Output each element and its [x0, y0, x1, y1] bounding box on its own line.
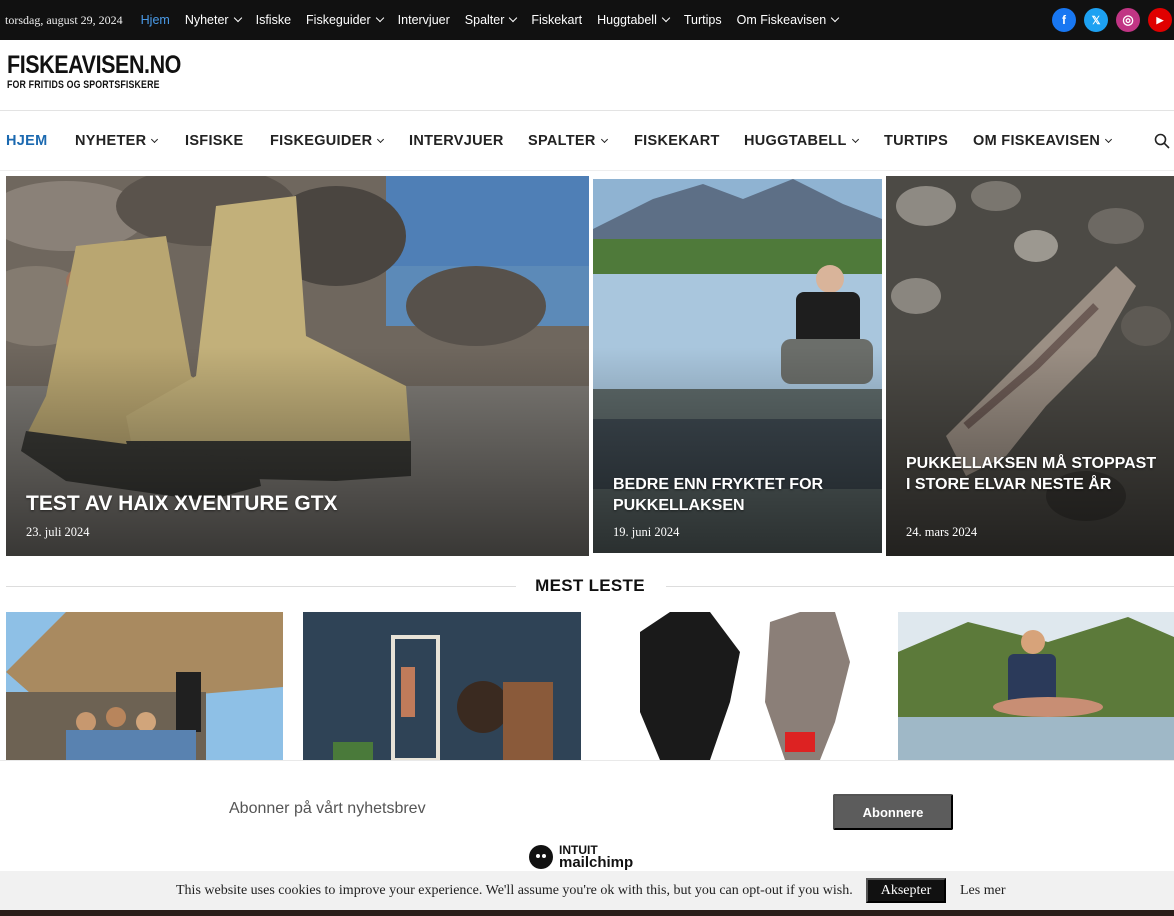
hero-title: Test av HAIX Xventure GTX — [26, 492, 338, 515]
main-nav-turtips[interactable]: TURTIPS — [884, 133, 948, 149]
main-nav-fiskeguider[interactable]: FISKEGUIDER — [270, 133, 385, 149]
main-nav-label: INTERVJUER — [409, 133, 504, 149]
top-nav-intervjuer[interactable]: Intervjuer — [398, 13, 450, 27]
facebook-icon[interactable]: f — [1052, 8, 1076, 32]
current-date: torsdag, august 29, 2024 — [5, 12, 123, 27]
chevron-down-icon — [1105, 135, 1113, 143]
accept-cookies-button[interactable]: Aksepter — [866, 878, 946, 903]
main-nav-label: HJEM — [6, 133, 48, 149]
hero-date: 23. juli 2024 — [26, 525, 90, 539]
top-nav-label: Fiskeguider — [306, 13, 371, 27]
thumb-image-hut — [6, 612, 283, 760]
hero-shade — [6, 347, 589, 556]
top-nav-label: Intervjuer — [397, 13, 450, 27]
chevron-down-icon — [600, 135, 608, 143]
logo-title: FISKEAVISEN.NO — [7, 51, 181, 79]
mailchimp-icon — [529, 845, 553, 869]
cookie-bar: This website uses cookies to improve you… — [0, 871, 1174, 910]
mailchimp-brand-bottom: mailchimp — [559, 853, 634, 871]
main-nav-nyheter[interactable]: NYHETER — [75, 133, 159, 149]
hero-article-2[interactable]: Bedre enn fryktet for pukkellaksen 19. j… — [593, 179, 882, 553]
main-nav-label: NYHETER — [75, 133, 147, 149]
mailchimp-logo: INTUIT mailchimp — [528, 844, 633, 870]
top-nav-label: Fiskekart — [531, 13, 583, 27]
top-nav-fiskekart[interactable]: Fiskekart — [531, 13, 582, 27]
chevron-down-icon — [830, 13, 840, 23]
hero-date: 19. juni 2024 — [613, 525, 680, 539]
top-nav-label: Spalter — [464, 13, 505, 27]
main-nav-label: TURTIPS — [884, 133, 949, 149]
top-nav-nyheter[interactable]: Nyheter — [184, 13, 242, 27]
hero-article-1[interactable]: Test av HAIX Xventure GTX 23. juli 2024 — [6, 176, 589, 556]
main-nav-huggtabell[interactable]: HUGGTABELL — [744, 133, 859, 149]
divider-line — [666, 586, 1174, 587]
top-nav-isfiske[interactable]: Isfiske — [256, 13, 291, 27]
top-nav-label: Huggtabell — [597, 13, 657, 27]
hero-shade — [593, 347, 882, 553]
thumb-image-fish-catch — [898, 612, 1174, 760]
top-nav-fiskeguider[interactable]: Fiskeguider — [306, 13, 384, 27]
top-nav-turtips[interactable]: Turtips — [684, 13, 722, 27]
thumb-image-smoker — [303, 612, 581, 760]
x-twitter-icon[interactable]: 𝕏 — [1084, 8, 1108, 32]
search-icon[interactable] — [1154, 133, 1170, 149]
most-read-thumb-2[interactable] — [303, 612, 581, 760]
main-nav-spalter[interactable]: SPALTER — [528, 133, 608, 149]
top-nav-label: Turtips — [683, 13, 722, 27]
chevron-down-icon — [375, 13, 384, 23]
main-nav-intervjuer[interactable]: INTERVJUER — [409, 133, 504, 149]
footer-image-strip — [0, 910, 1174, 916]
hero-title: Bedre enn fryktet for pukkellaksen — [613, 476, 824, 514]
main-nav-label: OM FISKEAVISEN — [973, 133, 1101, 149]
chevron-down-icon — [509, 13, 518, 23]
read-more-link[interactable]: Les mer — [960, 883, 1005, 899]
most-read-heading: MEST LESTE — [6, 576, 1174, 596]
top-nav-om-fiskeavisen[interactable]: Om Fiskeavisen — [736, 13, 840, 27]
main-nav-hjem[interactable]: HJEM — [6, 133, 48, 149]
social-links: f 𝕏 ◎ ▶ — [1052, 8, 1172, 32]
subscribe-button[interactable]: Abonnere — [833, 794, 953, 830]
instagram-icon[interactable]: ◎ — [1116, 8, 1140, 32]
most-read-thumb-4[interactable] — [898, 612, 1174, 760]
top-nav-label: Om Fiskeavisen — [736, 13, 827, 27]
top-nav-label: Nyheter — [184, 13, 229, 27]
top-nav-hjem[interactable]: Hjem — [141, 13, 170, 27]
hero-article-3[interactable]: Pukkellaksen må stoppast i store elvar n… — [886, 176, 1174, 556]
chevron-down-icon — [151, 135, 159, 143]
chevron-down-icon — [377, 135, 385, 143]
top-nav-spalter[interactable]: Spalter — [464, 13, 518, 27]
chevron-down-icon — [851, 135, 859, 143]
logo-tagline: FOR FRITIDS OG SPORTSFISKERE — [7, 79, 160, 91]
main-nav-isfiske[interactable]: ISFISKE — [185, 133, 244, 149]
main-nav-label: SPALTER — [528, 133, 596, 149]
top-nav-label: Hjem — [140, 13, 170, 27]
top-bar: torsdag, august 29, 2024 Hjem Nyheter Is… — [0, 0, 1174, 40]
main-nav-label: ISFISKE — [185, 133, 244, 149]
hero-title: Pukkellaksen må stoppast i store elvar n… — [906, 455, 1157, 493]
main-nav: HJEM NYHETER ISFISKE FISKEGUIDER INTERVJ… — [0, 111, 1174, 171]
site-logo[interactable]: FISKEAVISEN.NO FOR FRITIDS OG SPORTSFISK… — [7, 52, 209, 92]
main-nav-om-fiskeavisen[interactable]: OM FISKEAVISEN — [973, 133, 1113, 149]
main-nav-label: FISKEKART — [634, 133, 720, 149]
top-nav-huggtabell[interactable]: Huggtabell — [597, 13, 671, 27]
chevron-down-icon — [233, 13, 242, 23]
top-nav-label: Isfiske — [255, 13, 292, 27]
main-nav-fiskekart[interactable]: FISKEKART — [634, 133, 720, 149]
newsletter-banner: Abonner på vårt nyhetsbrev Abonnere INTU… — [0, 760, 1174, 871]
top-nav: Hjem Nyheter Isfiske Fiskeguider Intervj… — [141, 13, 854, 27]
thumb-image-gloves — [600, 612, 878, 760]
main-nav-label: HUGGTABELL — [744, 133, 847, 149]
newsletter-text: Abonner på vårt nyhetsbrev — [229, 800, 426, 817]
main-nav-label: FISKEGUIDER — [270, 133, 373, 149]
most-read-thumb-1[interactable] — [6, 612, 283, 760]
most-read-thumb-3[interactable] — [600, 612, 878, 760]
hero-date: 24. mars 2024 — [906, 525, 978, 539]
chevron-down-icon — [661, 13, 671, 23]
cookie-message: This website uses cookies to improve you… — [176, 883, 853, 898]
youtube-icon[interactable]: ▶ — [1148, 8, 1172, 32]
